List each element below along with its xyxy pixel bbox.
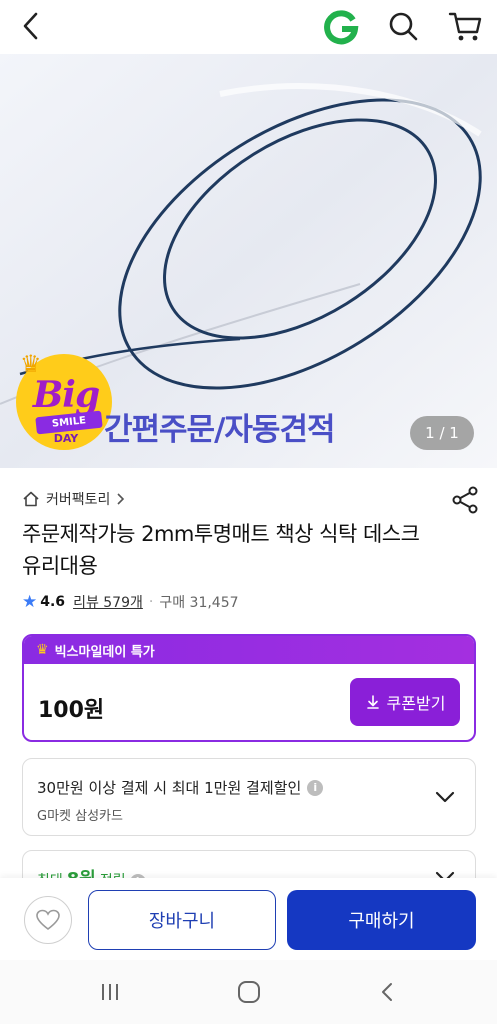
cart-icon[interactable]	[446, 8, 484, 44]
card-benefit-text: 30만원 이상 결제 시 최대 1만원 결제할인	[37, 779, 302, 797]
image-counter: 1 / 1	[410, 416, 474, 450]
star-icon: ★	[22, 592, 38, 612]
deal-header: ♛ 빅스마일데이 특가	[24, 636, 474, 664]
system-navigation-bar	[0, 960, 497, 1024]
card-benefit[interactable]: 30만원 이상 결제 시 최대 1만원 결제할인 i G마켓 삼성카드	[22, 758, 476, 836]
bottom-action-bar: 장바구니 구매하기	[0, 878, 497, 960]
buy-now-button[interactable]: 구매하기	[287, 890, 476, 950]
card-benefit-main: 30만원 이상 결제 시 최대 1만원 결제할인 i	[37, 777, 324, 798]
seller-name: 커버팩토리	[46, 492, 111, 508]
wish-button[interactable]	[24, 896, 72, 944]
chevron-right-icon	[117, 493, 125, 505]
crown-icon: ♛	[36, 642, 49, 658]
info-icon[interactable]: i	[307, 779, 324, 796]
chevron-left-icon[interactable]	[14, 8, 50, 44]
share-icon[interactable]	[449, 484, 481, 516]
badge-big-text: Big	[32, 374, 100, 416]
review-link[interactable]: 리뷰 579개	[73, 592, 143, 612]
badge-day-text: DAY	[53, 432, 79, 445]
recent-apps-icon[interactable]	[98, 980, 122, 1004]
product-title: 주문제작가능 2mm투명매트 책상 식탁 데스크 유리대용	[22, 522, 420, 578]
coupon-label: 쿠폰받기	[386, 694, 446, 713]
product-image[interactable]: ♛ Big SMILE DAY 간편주문/자동견적 1 / 1	[0, 54, 497, 468]
seller-link[interactable]: 커버팩토리	[22, 484, 126, 514]
deal-label: 빅스마일데이 특가	[54, 644, 155, 660]
download-icon	[366, 695, 379, 709]
card-benefit-sub: G마켓 삼성카드	[37, 809, 123, 824]
purchase-count: 구매 31,457	[159, 595, 239, 611]
home-icon[interactable]	[236, 979, 262, 1005]
back-icon[interactable]	[376, 980, 400, 1004]
rating-row: ★ 4.6 리뷰 579개 · 구매 31,457	[22, 590, 239, 614]
chevron-down-icon[interactable]	[433, 785, 457, 809]
price: 100원	[38, 698, 105, 723]
gmarket-logo[interactable]	[322, 8, 360, 46]
home-store-icon	[23, 491, 39, 507]
top-header	[0, 0, 497, 54]
coupon-button[interactable]: 쿠폰받기	[350, 678, 460, 726]
rating-score: 4.6	[40, 594, 66, 610]
heart-icon	[36, 909, 60, 931]
deal-box: ♛ 빅스마일데이 특가 100원 쿠폰받기	[22, 634, 476, 742]
add-to-cart-button[interactable]: 장바구니	[88, 890, 276, 950]
image-caption: 간편주문/자동견적	[104, 412, 335, 448]
separator: ·	[148, 594, 154, 610]
search-icon[interactable]	[385, 8, 421, 44]
